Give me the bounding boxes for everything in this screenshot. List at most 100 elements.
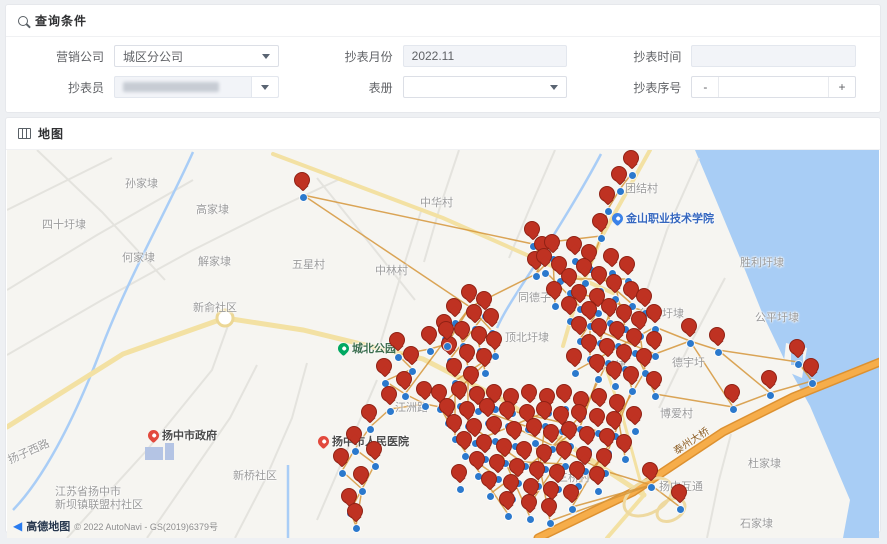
- marker-anchor-dot: [300, 194, 307, 201]
- marker-anchor-dot: [809, 380, 816, 387]
- map-label: 江苏省扬中市 新坝镇联盟村社区: [55, 486, 143, 512]
- marker-anchor-dot: [677, 506, 684, 513]
- marker-anchor-dot: [353, 525, 360, 532]
- street: [317, 178, 415, 300]
- meter-marker-pin[interactable]: [450, 464, 470, 490]
- marker-anchor-dot: [457, 486, 464, 493]
- street: [379, 208, 422, 348]
- map-label: 中林村: [375, 265, 408, 278]
- decrement-button[interactable]: -: [692, 77, 719, 97]
- meter-marker-pin[interactable]: [293, 172, 313, 198]
- meter-marker-pin[interactable]: [708, 327, 728, 353]
- marker-anchor-dot: [795, 361, 802, 368]
- marker-anchor-dot: [652, 393, 659, 400]
- seq-stepper: - +: [691, 76, 856, 98]
- map-poi[interactable]: 金山职业技术学院: [612, 210, 714, 226]
- chevron-down-icon: [262, 54, 270, 59]
- meter-marker-pin[interactable]: [346, 503, 366, 529]
- book-label: 表册: [305, 79, 393, 96]
- meter-marker-pin[interactable]: [760, 370, 780, 396]
- meter-marker-pin[interactable]: [380, 386, 400, 412]
- meter-marker-pin[interactable]: [588, 466, 608, 492]
- poi-pin-icon: [610, 210, 626, 226]
- company-label: 营销公司: [16, 48, 104, 65]
- seq-input[interactable]: [719, 77, 828, 97]
- marker-anchor-dot: [547, 520, 554, 527]
- month-value: 2022.11: [412, 49, 455, 63]
- poi-pin-icon: [146, 427, 162, 443]
- meter-marker-pin[interactable]: [645, 371, 665, 397]
- amap-brand: 高德地图: [26, 518, 70, 534]
- meter-marker-pin[interactable]: [375, 358, 395, 384]
- marker-anchor-dot: [372, 463, 379, 470]
- meter-marker-pin[interactable]: [670, 484, 690, 510]
- field-month: 抄表月份 2022.11: [305, 45, 568, 67]
- month-input[interactable]: 2022.11: [403, 45, 568, 67]
- field-reader: 抄表员: [16, 76, 279, 98]
- marker-anchor-dot: [715, 349, 722, 356]
- meter-marker-pin[interactable]: [365, 441, 385, 467]
- marker-anchor-dot: [402, 393, 409, 400]
- meter-marker-pin[interactable]: [625, 406, 645, 432]
- amap-logo-icon: ◀: [13, 520, 22, 532]
- meter-marker-pin[interactable]: [615, 434, 635, 460]
- meter-marker-pin[interactable]: [437, 321, 457, 347]
- meter-marker-pin[interactable]: [402, 346, 422, 372]
- meter-marker-pin[interactable]: [480, 471, 500, 497]
- meter-marker-pin[interactable]: [641, 462, 661, 488]
- marker-anchor-dot: [767, 392, 774, 399]
- query-panel-title: 查询条件: [35, 12, 87, 29]
- map-label: 解家埭: [198, 256, 231, 269]
- meter-marker-pin[interactable]: [645, 304, 665, 330]
- marker-anchor-dot: [422, 403, 429, 410]
- meter-marker-pin[interactable]: [332, 448, 352, 474]
- poi-name: 金山职业技术学院: [626, 210, 714, 226]
- marker-anchor-dot: [367, 426, 374, 433]
- increment-button[interactable]: +: [828, 77, 855, 97]
- marker-anchor-dot: [598, 235, 605, 242]
- month-label: 抄表月份: [305, 48, 393, 65]
- map-label: 石家埭: [740, 518, 773, 531]
- meter-marker-pin[interactable]: [723, 384, 743, 410]
- time-input[interactable]: [691, 45, 856, 67]
- route-line: [655, 394, 733, 407]
- map-canvas[interactable]: 孙家埭四十圩埭高家埭何家埭解家埭五星村中华村中林村新俞社区同德子顶北圩埭团结村胜…: [7, 150, 879, 538]
- meter-marker-pin[interactable]: [622, 366, 642, 392]
- meter-marker-pin[interactable]: [598, 186, 618, 212]
- map-label: 中华村: [420, 197, 453, 210]
- meter-marker-pin[interactable]: [540, 498, 560, 524]
- seq-label: 抄表序号: [593, 79, 681, 96]
- meter-marker-pin[interactable]: [802, 358, 822, 384]
- map-label: 公平圩埭: [755, 312, 799, 325]
- marker-anchor-dot: [542, 270, 549, 277]
- reader-select[interactable]: [114, 76, 279, 98]
- meter-marker-pin[interactable]: [565, 348, 585, 374]
- marker-anchor-dot: [395, 354, 402, 361]
- marker-anchor-dot: [427, 348, 434, 355]
- marker-anchor-dot: [730, 406, 737, 413]
- page: 查询条件 营销公司 城区分公司 抄表月份 2022.11 抄表时间: [0, 0, 887, 544]
- marker-anchor-dot: [444, 343, 451, 350]
- reader-caret-box[interactable]: [251, 77, 278, 97]
- route-line: [303, 195, 470, 307]
- map-label: 高家埭: [196, 204, 229, 217]
- meter-marker-pin[interactable]: [415, 381, 435, 407]
- company-select[interactable]: 城区分公司: [114, 45, 279, 67]
- meter-marker-pin[interactable]: [498, 491, 518, 517]
- map-label: 博爱村: [660, 408, 693, 421]
- meter-marker-pin[interactable]: [680, 318, 700, 344]
- query-panel-header: 查询条件: [6, 5, 880, 37]
- map-panel-title: 地图: [38, 125, 64, 142]
- map-poi[interactable]: 扬中市政府: [148, 427, 217, 443]
- building: [165, 443, 174, 460]
- field-time: 抄表时间: [593, 45, 856, 67]
- poi-pin-icon: [316, 433, 332, 449]
- marker-anchor-dot: [572, 370, 579, 377]
- marker-anchor-dot: [612, 383, 619, 390]
- query-panel: 查询条件 营销公司 城区分公司 抄表月份 2022.11 抄表时间: [5, 4, 881, 113]
- meter-marker-pin[interactable]: [591, 213, 611, 239]
- marker-anchor-dot: [533, 273, 540, 280]
- book-select[interactable]: [403, 76, 568, 98]
- meter-marker-pin[interactable]: [562, 484, 582, 510]
- meter-marker-pin[interactable]: [520, 494, 540, 520]
